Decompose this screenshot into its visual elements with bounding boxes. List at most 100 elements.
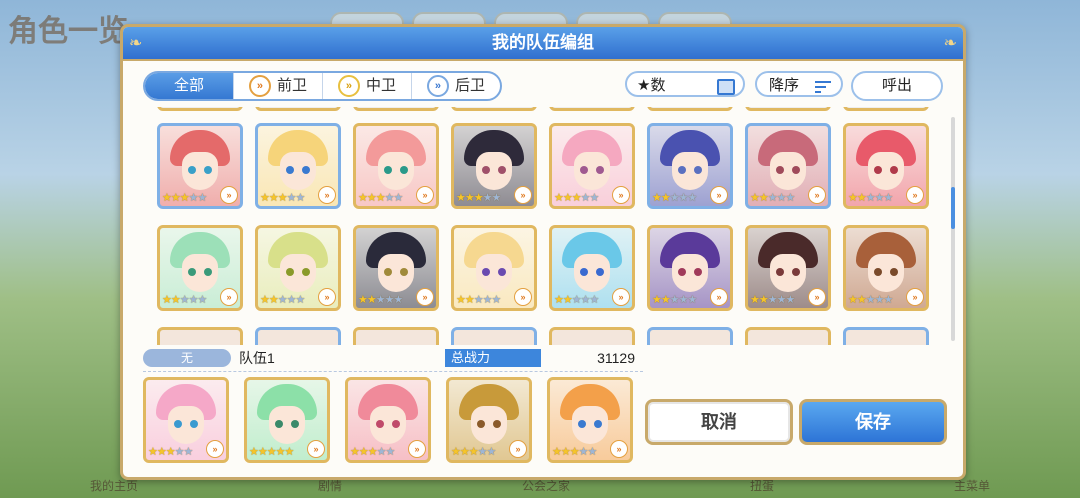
- sort-key-label: ★数: [637, 77, 666, 94]
- roster-card-partial[interactable]: [255, 327, 341, 345]
- star-rating: ★★★★★: [451, 446, 496, 458]
- character-portrait: [846, 126, 926, 194]
- sort-order-label: 降序: [769, 77, 800, 94]
- save-button[interactable]: 保存: [799, 399, 947, 445]
- roster-card-partial[interactable]: [157, 107, 243, 111]
- roster-card-partial[interactable]: [745, 107, 831, 111]
- character-portrait: [748, 126, 828, 194]
- power-label: 总战力: [445, 349, 541, 367]
- roster-card-partial[interactable]: [843, 107, 929, 111]
- star-rating: ★★★★★: [848, 294, 893, 306]
- star-rating: ★★★★★: [456, 294, 501, 306]
- star-rating: ★★★★★: [350, 446, 395, 458]
- position-chevron-icon: »: [416, 186, 434, 204]
- filter-tab-all[interactable]: 全部: [145, 73, 234, 99]
- position-chevron-icon: »: [514, 186, 532, 204]
- team-tag: 无: [143, 349, 231, 367]
- position-chevron-icon: »: [220, 288, 238, 306]
- corner-ornament-icon: ❧: [129, 35, 143, 52]
- team-member-slot[interactable]: ★★★★★ »: [143, 377, 229, 463]
- total-power: 总战力 31129: [445, 349, 635, 367]
- character-portrait: [348, 380, 428, 448]
- filter-tab-back[interactable]: » 后卫: [412, 73, 500, 99]
- roster-card-partial[interactable]: [745, 327, 831, 345]
- roster-card[interactable]: ★★★★★ »: [451, 225, 537, 311]
- character-portrait: [356, 228, 436, 296]
- roster-card[interactable]: ★★★★★ »: [353, 123, 439, 209]
- character-portrait: [454, 228, 534, 296]
- roster-card-partial[interactable]: [549, 107, 635, 111]
- roster-card-partial[interactable]: [157, 327, 243, 345]
- roster-card[interactable]: ★★★★★ »: [843, 225, 929, 311]
- roster-card-partial[interactable]: [451, 107, 537, 111]
- character-portrait: [454, 126, 534, 194]
- character-portrait: [258, 228, 338, 296]
- position-chevron-icon: »: [416, 288, 434, 306]
- roster-scrollbar[interactable]: [951, 117, 955, 341]
- sort-key-selector[interactable]: ★数: [625, 71, 745, 97]
- character-portrait: [552, 228, 632, 296]
- star-rating: ★★★★★: [848, 192, 893, 204]
- call-label: 呼出: [881, 77, 912, 94]
- filter-tab-front[interactable]: » 前卫: [234, 73, 323, 99]
- roster-card-partial[interactable]: [451, 327, 537, 345]
- scroll-thumb[interactable]: [951, 187, 955, 229]
- roster-card[interactable]: ★★★★★ »: [745, 123, 831, 209]
- character-portrait: [356, 126, 436, 194]
- position-chevron-icon: »: [509, 440, 527, 458]
- star-rating: ★★★★★: [358, 294, 403, 306]
- character-portrait: [146, 380, 226, 448]
- roster-card[interactable]: ★★★★★ »: [255, 225, 341, 311]
- dialog-title: 我的队伍编组: [123, 27, 963, 61]
- team-info: 无 队伍1: [143, 349, 433, 367]
- character-portrait: [160, 126, 240, 194]
- team-member-slot[interactable]: ★★★★★ »: [547, 377, 633, 463]
- star-rating: ★★★★★: [358, 192, 403, 204]
- roster-card[interactable]: ★★★★★ »: [353, 225, 439, 311]
- position-chevron-icon: »: [906, 186, 924, 204]
- team-member-slot[interactable]: ★★★★★ »: [244, 377, 330, 463]
- team-member-slot[interactable]: ★★★★★ »: [345, 377, 431, 463]
- filter-label: 后卫: [454, 77, 485, 94]
- roster-card[interactable]: ★★★★★ »: [843, 123, 929, 209]
- star-rating: ★★★★★: [249, 446, 294, 458]
- team-member-slot[interactable]: ★★★★★ »: [446, 377, 532, 463]
- cancel-button[interactable]: 取消: [645, 399, 793, 445]
- position-chevron-icon: »: [808, 186, 826, 204]
- call-button[interactable]: 呼出: [851, 71, 943, 101]
- position-chevron-icon: »: [318, 186, 336, 204]
- roster-card-partial[interactable]: [647, 327, 733, 345]
- character-portrait: [650, 228, 730, 296]
- roster-card[interactable]: ★★★★★ »: [745, 225, 831, 311]
- roster-card-partial[interactable]: [843, 327, 929, 345]
- roster-card-partial[interactable]: [353, 327, 439, 345]
- star-rating: ★★★★★: [750, 192, 795, 204]
- star-rating: ★★★★★: [652, 192, 697, 204]
- character-portrait: [258, 126, 338, 194]
- sort-order-button[interactable]: 降序: [755, 71, 843, 97]
- character-portrait: [552, 126, 632, 194]
- roster-card[interactable]: ★★★★★ »: [157, 123, 243, 209]
- roster-card[interactable]: ★★★★★ »: [157, 225, 243, 311]
- character-roster-grid[interactable]: ★★★★★ » ★★★★★ » ★★★★★ » ★★★★★ » ★★★★★ » ★★★★★ » ★★★★…: [143, 107, 953, 345]
- roster-card[interactable]: ★★★★★ »: [255, 123, 341, 209]
- roster-card-partial[interactable]: [647, 107, 733, 111]
- character-portrait: [748, 228, 828, 296]
- position-chevron-icon: »: [808, 288, 826, 306]
- star-rating: ★★★★★: [456, 192, 501, 204]
- star-rating: ★★★★★: [260, 294, 305, 306]
- roster-card[interactable]: ★★★★★ »: [549, 123, 635, 209]
- star-rating: ★★★★★: [750, 294, 795, 306]
- roster-card-partial[interactable]: [549, 327, 635, 345]
- roster-card-partial[interactable]: [255, 107, 341, 111]
- roster-card[interactable]: ★★★★★ »: [647, 123, 733, 209]
- filter-label: 全部: [173, 77, 204, 94]
- roster-card[interactable]: ★★★★★ »: [647, 225, 733, 311]
- filter-tab-middle[interactable]: » 中卫: [323, 73, 412, 99]
- star-rating: ★★★★★: [554, 294, 599, 306]
- roster-card[interactable]: ★★★★★ »: [451, 123, 537, 209]
- team-name: 队伍1: [239, 350, 275, 366]
- roster-card-partial[interactable]: [353, 107, 439, 111]
- roster-card[interactable]: ★★★★★ »: [549, 225, 635, 311]
- middle-chevron-icon: »: [337, 75, 360, 97]
